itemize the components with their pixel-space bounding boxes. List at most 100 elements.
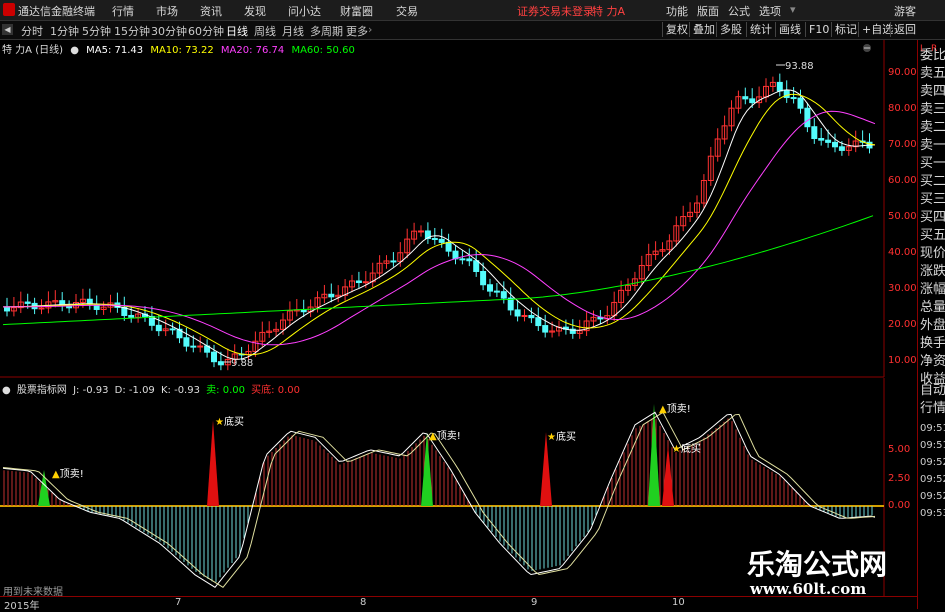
- menu-wealth[interactable]: 财富圈: [340, 3, 373, 19]
- period-1min[interactable]: 1分钟: [50, 23, 79, 39]
- period-toolbar: ◀ 分时 1分钟 5分钟 15分钟 30分钟 60分钟 日线 周线 月线 多周期…: [0, 21, 945, 40]
- nav-prev-icon[interactable]: ◀: [2, 24, 13, 35]
- sub-legend: ● 股票指标网 J: -0.93 D: -1.09 K: -0.93 卖: 0.…: [2, 381, 303, 396]
- candle-body: [300, 309, 307, 313]
- candle-body: [776, 81, 783, 92]
- top-menu-bar: 通达信金融终端 行情 市场 资讯 发现 问小达 财富圈 交易 证券交易未登录 特…: [0, 0, 945, 21]
- menu-market-quotes[interactable]: 行情: [112, 3, 134, 19]
- y-tick-30: 30.00: [888, 283, 917, 294]
- high-price-label: 93.88: [785, 61, 814, 72]
- panel-field-9: 买四: [920, 210, 945, 225]
- menu-news[interactable]: 资讯: [200, 3, 222, 19]
- period-daily[interactable]: 日线: [226, 23, 248, 39]
- x-label-2015: 2015年: [4, 601, 40, 612]
- y-tick-20: 20.00: [888, 319, 917, 330]
- candle-body: [431, 238, 438, 241]
- period-multi[interactable]: 多周期: [310, 23, 343, 39]
- time-1: 09:51: [920, 423, 945, 434]
- indicator-title: 股票指标网: [16, 385, 67, 396]
- period-60min[interactable]: 60分钟: [188, 23, 224, 39]
- panel-field-4: 卖二: [920, 120, 945, 135]
- panel-field-12: 涨跌: [920, 264, 945, 279]
- menu-ask[interactable]: 问小达: [288, 3, 321, 19]
- candle-body: [466, 258, 473, 262]
- candle-body: [797, 97, 804, 109]
- multi-stock-button[interactable]: 多股: [716, 22, 745, 37]
- panel-field-15: 外盘: [920, 318, 945, 333]
- candle-body: [838, 146, 845, 151]
- candlestick-chart[interactable]: 93.88 9.88: [0, 40, 917, 380]
- candle-body: [804, 107, 811, 128]
- menu-trade[interactable]: 交易: [396, 3, 418, 19]
- candle-body: [742, 96, 749, 100]
- panel-field-1: 卖五: [920, 66, 945, 81]
- candle-body: [459, 258, 466, 261]
- candle-body: [128, 314, 135, 318]
- period-weekly[interactable]: 周线: [254, 23, 276, 39]
- time-axis: 2015年 7 8 9 10: [0, 596, 917, 612]
- period-15min[interactable]: 15分钟: [114, 23, 150, 39]
- indicator-gear-icon[interactable]: ●: [2, 385, 11, 396]
- back-button[interactable]: 返回: [890, 22, 919, 37]
- user-label[interactable]: 游客: [894, 3, 916, 19]
- mark-button[interactable]: 标记: [831, 22, 860, 37]
- y-tick-60: 60.00: [888, 175, 917, 186]
- auto-label[interactable]: 自动: [920, 384, 945, 398]
- menu-options[interactable]: 选项: [759, 3, 781, 19]
- menu-discover[interactable]: 发现: [244, 3, 266, 19]
- candle-body: [217, 361, 224, 366]
- minimize-icon[interactable]: ▾: [790, 3, 796, 16]
- period-30min[interactable]: 30分钟: [151, 23, 187, 39]
- candle-body: [783, 90, 790, 99]
- buy-signal-spike: [207, 420, 219, 506]
- candle-body: [535, 317, 542, 327]
- y-tick-10: 10.00: [888, 355, 917, 366]
- period-5min[interactable]: 5分钟: [82, 23, 111, 39]
- more-chevron-icon[interactable]: ›: [368, 23, 372, 36]
- watermark-url: www.60lt.com: [750, 580, 867, 598]
- signal-top-sell-2: ▲顶卖!: [429, 431, 461, 442]
- period-more[interactable]: 更多: [346, 23, 368, 39]
- restore-rights-button[interactable]: 复权: [662, 22, 691, 37]
- right-info-panel: L R 委比 卖五 卖四 卖三 卖二 卖一 买一 买二 买三 买四 买五 现价 涨跌 涨幅 总量 外盘 换手 净资…: [917, 40, 945, 609]
- candle-body: [480, 270, 487, 286]
- f10-button[interactable]: F10: [805, 22, 832, 37]
- candle-body: [211, 351, 217, 363]
- candle-body: [500, 291, 507, 299]
- candle-body: [38, 307, 45, 310]
- y-tick-80: 80.00: [888, 103, 917, 114]
- buy-signal-spike: [540, 432, 552, 506]
- app-title: 通达信金融终端: [18, 5, 95, 18]
- candle-body: [328, 293, 335, 298]
- watermark-title: 乐淘公式网: [747, 548, 888, 581]
- menu-layout[interactable]: 版面: [697, 3, 719, 19]
- statistics-button[interactable]: 统计: [746, 22, 775, 37]
- menu-formula[interactable]: 公式: [728, 3, 750, 19]
- draw-line-button[interactable]: 画线: [775, 22, 804, 37]
- sell-signal-spike: [421, 432, 433, 506]
- candle-body: [487, 284, 493, 292]
- candle-body: [169, 328, 176, 331]
- overlay-button[interactable]: 叠加: [689, 22, 718, 37]
- panel-field-7: 买二: [920, 174, 945, 189]
- candle-body: [24, 301, 31, 304]
- candle-body: [514, 309, 521, 317]
- panel-field-14: 总量: [920, 300, 945, 315]
- settings-gear-icon[interactable]: ●: [70, 45, 79, 56]
- menu-function[interactable]: 功能: [666, 3, 688, 19]
- x-label-8: 8: [360, 597, 367, 608]
- sub-y-tick-2.5: 2.50: [888, 473, 911, 484]
- sub-y-tick-0: 0.00: [888, 500, 911, 511]
- candle-body: [542, 325, 549, 333]
- time-3: 09:52: [920, 457, 945, 468]
- quote-label[interactable]: 行情: [920, 402, 945, 416]
- candle-body: [528, 314, 535, 319]
- candle-body: [473, 260, 480, 272]
- login-status[interactable]: 证券交易未登录: [517, 3, 594, 19]
- sell-value: 卖: 0.00: [206, 385, 245, 396]
- period-timeshare[interactable]: 分时: [21, 23, 43, 39]
- period-monthly[interactable]: 月线: [282, 23, 304, 39]
- chart-controls[interactable]: [862, 42, 880, 56]
- menu-market[interactable]: 市场: [156, 3, 178, 19]
- panel-field-16: 换手: [920, 336, 945, 351]
